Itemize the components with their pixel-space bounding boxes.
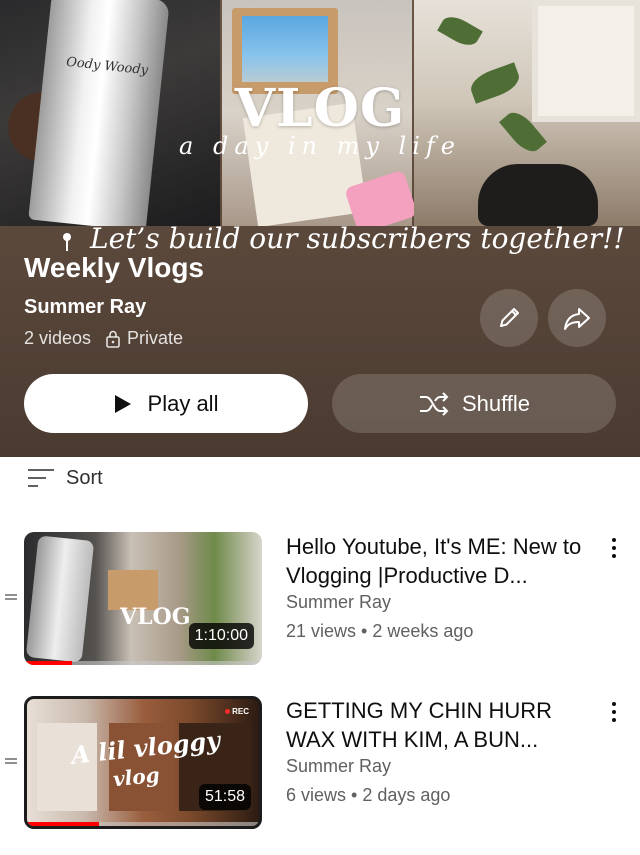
video-title[interactable]: Hello Youtube, It's ME: New to Vlogging … (286, 532, 596, 590)
video-stats: 21 views • 2 weeks ago (286, 621, 473, 642)
sort-button[interactable]: Sort (28, 466, 103, 490)
drag-handle-icon[interactable] (5, 756, 17, 766)
video-age: 2 weeks ago (372, 621, 474, 641)
playlist-meta: 2 videos Private (24, 328, 183, 349)
drag-handle-icon[interactable] (5, 592, 17, 602)
banner-vlog-subtitle: a day in my life (179, 132, 461, 160)
play-all-label: Play all (147, 390, 219, 416)
dot-separator: • (351, 785, 363, 805)
privacy-status: Private (127, 328, 184, 348)
video-thumbnail[interactable]: VLOG 1:10:00 (24, 532, 262, 665)
share-playlist-button[interactable] (548, 289, 606, 347)
dot-separator: • (361, 621, 373, 641)
lock-icon (106, 330, 120, 348)
thumb-can (25, 535, 95, 663)
video-thumbnail[interactable]: REC A lil vloggy vlog 51:58 (24, 696, 262, 829)
playlist-banner-image: Oody Woody VLOG a day in my life (0, 0, 640, 226)
playlist-video-item[interactable]: REC A lil vloggy vlog 51:58 GETTING MY C… (0, 694, 640, 834)
playlist-header: Oody Woody VLOG a day in my life Let’s b… (0, 0, 640, 457)
sort-icon (28, 469, 54, 487)
video-views: 21 views (286, 621, 357, 641)
video-duration: 51:58 (198, 784, 251, 810)
video-owner: Summer Ray (286, 592, 392, 612)
playlist-title: Weekly Vlogs (24, 252, 205, 283)
watch-progress-fill (24, 661, 72, 665)
video-stats: 6 views • 2 days ago (286, 785, 450, 806)
watch-progress-bar (27, 822, 259, 826)
video-duration: 1:10:00 (188, 623, 254, 649)
more-options-icon[interactable] (606, 536, 622, 560)
video-age: 2 days ago (362, 785, 451, 805)
video-views: 6 views (286, 785, 347, 805)
playlist-video-item[interactable]: VLOG 1:10:00 Hello Youtube, It's ME: New… (0, 530, 640, 670)
edit-playlist-button[interactable] (480, 289, 538, 347)
shuffle-icon (419, 391, 449, 416)
video-count: 2 videos (24, 328, 92, 348)
sort-label: Sort (66, 466, 103, 489)
share-icon (564, 308, 590, 330)
rec-indicator: REC (225, 707, 249, 716)
playlist-owner[interactable]: Summer Ray (24, 296, 146, 319)
shuffle-button[interactable]: Shuffle (332, 374, 616, 433)
play-icon (114, 394, 131, 413)
thumb-vlog-text: VLOG (120, 604, 191, 630)
pencil-icon (500, 308, 519, 327)
thumb-vlog-text: vlog (111, 762, 161, 792)
banner-tagline: Let’s build our subscribers together!! (90, 222, 625, 255)
banner-plant-pot (478, 164, 598, 226)
video-owner: Summer Ray (286, 756, 392, 776)
video-title[interactable]: GETTING MY CHIN HURR WAX WITH KIM, A BUN… (286, 696, 596, 754)
play-all-button[interactable]: Play all (24, 374, 308, 433)
more-options-icon[interactable] (606, 700, 622, 724)
shuffle-label: Shuffle (461, 390, 531, 416)
banner-vlog-title: VLOG (234, 78, 406, 139)
watch-progress-bar (24, 661, 262, 665)
watch-progress-fill (27, 822, 99, 826)
